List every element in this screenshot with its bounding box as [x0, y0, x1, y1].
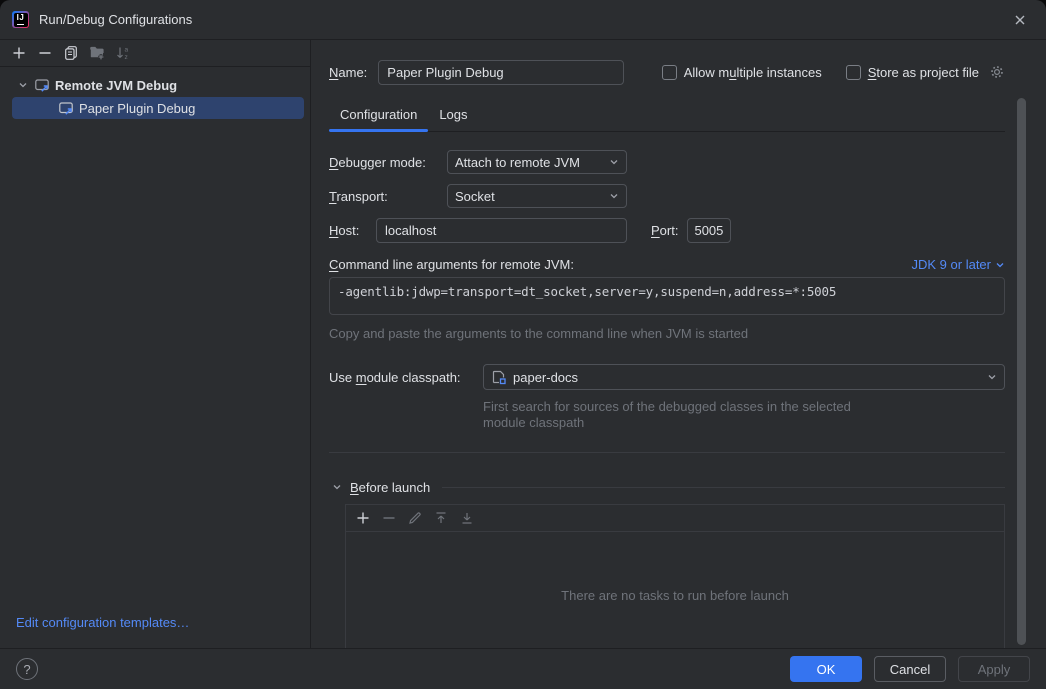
move-down-icon[interactable]	[454, 507, 480, 529]
chevron-down-icon	[995, 260, 1005, 270]
section-separator	[329, 452, 1005, 453]
tab-strip: Configuration Logs	[329, 99, 1005, 132]
chevron-down-icon[interactable]	[15, 77, 31, 93]
chevron-down-icon[interactable]	[329, 479, 345, 495]
jdk-version-select[interactable]: JDK 9 or later	[912, 257, 1005, 272]
jdk-version-value: JDK 9 or later	[912, 257, 991, 272]
before-launch-empty-text: There are no tasks to run before launch	[346, 532, 1004, 648]
remove-icon[interactable]	[32, 42, 58, 64]
host-input[interactable]	[376, 218, 627, 243]
help-button[interactable]: ?	[16, 658, 38, 680]
name-label: Name:	[329, 65, 367, 80]
before-launch-panel: There are no tasks to run before launch	[345, 504, 1005, 648]
ok-button[interactable]: OK	[790, 656, 862, 682]
configurations-tree: Remote JVM Debug Paper Plugin Debug	[0, 67, 310, 119]
edit-icon[interactable]	[402, 507, 428, 529]
edit-configuration-templates-link[interactable]: Edit configuration templates…	[16, 615, 189, 630]
debugger-mode-value: Attach to remote JVM	[455, 155, 603, 170]
configurations-sidebar: az Remote JVM Debug Pape	[0, 40, 311, 648]
name-input[interactable]	[378, 60, 624, 85]
before-launch-header[interactable]: Before launch	[329, 479, 1005, 495]
store-as-project-file-checkbox[interactable]: Store as project file	[846, 65, 979, 80]
module-classpath-label: Use module classpath:	[329, 370, 483, 385]
chevron-down-icon	[609, 191, 619, 201]
debugger-mode-select[interactable]: Attach to remote JVM	[447, 150, 627, 174]
transport-select[interactable]: Socket	[447, 184, 627, 208]
copy-icon[interactable]	[58, 42, 84, 64]
intellij-logo-icon: IJ	[12, 11, 29, 28]
add-icon[interactable]	[350, 507, 376, 529]
allow-multiple-instances-label: Allow multiple instances	[684, 65, 822, 80]
module-classpath-value: paper-docs	[513, 370, 981, 385]
cmdline-arguments-field[interactable]: -agentlib:jdwp=transport=dt_socket,serve…	[329, 277, 1005, 315]
checkbox-icon[interactable]	[846, 65, 861, 80]
dialog-footer: ? OK Cancel Apply	[0, 648, 1046, 689]
chevron-down-icon	[609, 157, 619, 167]
module-icon	[491, 369, 507, 385]
run-debug-configurations-dialog: IJ Run/Debug Configurations	[0, 0, 1046, 689]
port-label: Port:	[651, 223, 678, 238]
title-bar: IJ Run/Debug Configurations	[0, 0, 1046, 40]
configuration-editor: Name: Allow multiple instances Store as …	[311, 40, 1046, 648]
before-launch-title: Before launch	[350, 480, 430, 495]
cancel-button[interactable]: Cancel	[874, 656, 946, 682]
header-rule	[442, 487, 1005, 488]
remote-debug-config-icon	[34, 77, 50, 93]
allow-multiple-instances-checkbox[interactable]: Allow multiple instances	[662, 65, 822, 80]
tree-group-remote-jvm-debug[interactable]: Remote JVM Debug	[0, 74, 310, 96]
transport-label: Transport:	[329, 189, 447, 204]
tree-group-label: Remote JVM Debug	[55, 78, 177, 93]
tree-item-paper-plugin-debug[interactable]: Paper Plugin Debug	[12, 97, 304, 119]
dialog-title: Run/Debug Configurations	[39, 12, 192, 27]
checkbox-icon[interactable]	[662, 65, 677, 80]
module-classpath-select[interactable]: paper-docs	[483, 364, 1005, 390]
new-folder-icon[interactable]	[84, 42, 110, 64]
cmdline-hint: Copy and paste the arguments to the comm…	[329, 326, 1005, 341]
store-as-project-file-label: Store as project file	[868, 65, 979, 80]
debugger-mode-label: Debugger mode:	[329, 155, 447, 170]
close-icon[interactable]	[1010, 10, 1030, 30]
module-classpath-hint: First search for sources of the debugged…	[329, 399, 1005, 431]
remote-debug-config-icon	[58, 100, 74, 116]
svg-text:z: z	[125, 54, 128, 61]
transport-value: Socket	[455, 189, 603, 204]
vertical-scrollbar[interactable]	[1017, 98, 1026, 645]
remove-icon[interactable]	[376, 507, 402, 529]
move-up-icon[interactable]	[428, 507, 454, 529]
sidebar-toolbar: az	[0, 40, 310, 67]
store-options-gear-icon[interactable]	[989, 64, 1005, 80]
tree-item-label: Paper Plugin Debug	[79, 101, 195, 116]
port-input[interactable]	[687, 218, 731, 243]
cmdline-arguments-label: Command line arguments for remote JVM:	[329, 257, 574, 272]
chevron-down-icon	[987, 372, 997, 382]
add-icon[interactable]	[6, 42, 32, 64]
tab-logs[interactable]: Logs	[428, 99, 478, 131]
tab-configuration[interactable]: Configuration	[329, 99, 428, 131]
apply-button[interactable]: Apply	[958, 656, 1030, 682]
host-label: Host:	[329, 223, 376, 238]
before-launch-toolbar	[346, 505, 1004, 532]
sort-alpha-icon[interactable]: az	[110, 42, 136, 64]
svg-text:a: a	[125, 47, 129, 54]
